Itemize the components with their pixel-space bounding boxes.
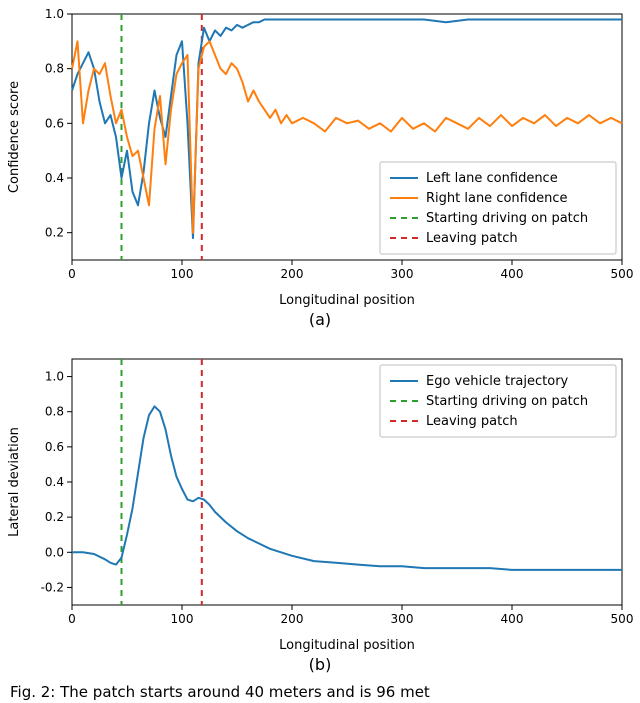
chart-a-container: 0 100 200 300 400 500 0.2 0.4 0.6 0.8 1.0 Longitudi… (0, 0, 640, 310)
legend-label: Left lane confidence (426, 171, 558, 186)
x-tick-label: 0 (68, 267, 76, 281)
legend: Left lane confidence Right lane confidenc… (380, 162, 616, 254)
x-tick-label: 300 (391, 267, 414, 281)
y-tick-label: 1.0 (45, 7, 64, 21)
y-tick-label: 0.4 (45, 171, 64, 185)
y-tick-label: 0.8 (45, 62, 64, 76)
chart-a: 0 100 200 300 400 500 0.2 0.4 0.6 0.8 1.0 Longitudi… (0, 0, 640, 310)
legend-label: Starting driving on patch (426, 394, 588, 409)
y-tick-label: -0.2 (41, 580, 64, 594)
y-tick-label: 0.2 (45, 510, 64, 524)
x-tick-label: 0 (68, 612, 76, 626)
x-tick-label: 400 (501, 267, 524, 281)
y-tick-label: 0.2 (45, 226, 64, 240)
y-tick-label: 1.0 (45, 370, 64, 384)
legend-label: Leaving patch (426, 231, 518, 246)
x-axis-label: Longitudinal position (279, 293, 415, 308)
x-tick-label: 400 (501, 612, 524, 626)
y-tick-label: 0.8 (45, 405, 64, 419)
chart-b: 0 100 200 300 400 500 -0.2 0.0 0.2 0.4 0.6 0.8 1.0 Lo… (0, 345, 640, 655)
y-axis-label: Lateral deviation (7, 427, 22, 537)
y-tick-label: 0.6 (45, 116, 64, 130)
x-tick-label: 100 (171, 267, 194, 281)
subcaption-a: (a) (0, 310, 640, 329)
subcaption-b: (b) (0, 655, 640, 674)
y-tick-label: 0.6 (45, 440, 64, 454)
chart-b-container: 0 100 200 300 400 500 -0.2 0.0 0.2 0.4 0.6 0.8 1.0 Lo… (0, 345, 640, 655)
x-tick-label: 300 (391, 612, 414, 626)
x-tick-label: 100 (171, 612, 194, 626)
legend: Ego vehicle trajectory Starting driving o… (380, 365, 616, 437)
x-tick-label: 500 (611, 267, 634, 281)
figure-caption: Fig. 2: The patch starts around 40 meter… (10, 683, 630, 701)
legend-label: Ego vehicle trajectory (426, 374, 569, 389)
x-tick-label: 500 (611, 612, 634, 626)
legend-label: Starting driving on patch (426, 211, 588, 226)
legend-label: Right lane confidence (426, 191, 567, 206)
x-tick-label: 200 (281, 612, 304, 626)
x-axis-label: Longitudinal position (279, 638, 415, 653)
legend-label: Leaving patch (426, 414, 518, 429)
y-tick-label: 0.4 (45, 475, 64, 489)
y-axis-label: Confidence score (7, 81, 22, 193)
y-tick-label: 0.0 (45, 545, 64, 559)
x-tick-label: 200 (281, 267, 304, 281)
